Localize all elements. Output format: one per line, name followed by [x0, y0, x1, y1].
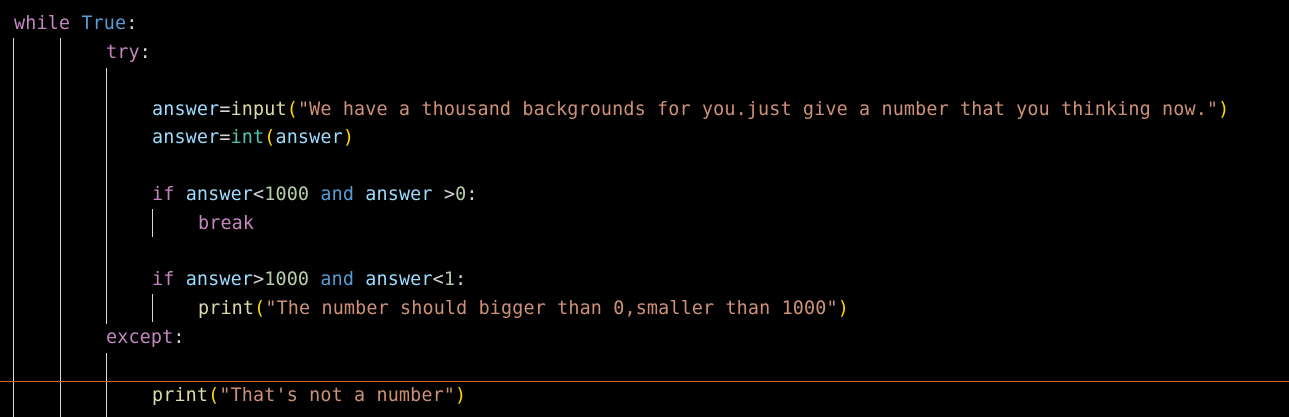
- function-print: print: [198, 298, 255, 319]
- operator-lt: <: [432, 269, 444, 290]
- code-editor[interactable]: while True: try: answer=input("We have a…: [0, 0, 1289, 417]
- keyword-if: if: [152, 269, 175, 290]
- keyword-break: break: [198, 213, 255, 234]
- argument-answer: answer: [275, 127, 343, 148]
- string-literal: "We have a thousand backgrounds for you.…: [297, 99, 1219, 120]
- indent-guide-if-body-2: [152, 294, 153, 322]
- constant-true: True: [81, 13, 127, 34]
- open-paren: (: [208, 385, 220, 406]
- operator-assign: =: [219, 99, 231, 120]
- keyword-try: try: [106, 42, 140, 63]
- keyword-and: and: [320, 184, 355, 205]
- string-literal: "That's not a number": [219, 385, 456, 406]
- operator-lt: <: [253, 184, 265, 205]
- colon: :: [466, 184, 478, 205]
- keyword-and: and: [320, 269, 355, 290]
- number-1000: 1000: [264, 269, 310, 290]
- indent-guide-if-body-1: [152, 209, 153, 237]
- code-line-8[interactable]: break: [198, 210, 254, 238]
- variable-answer: answer: [365, 269, 433, 290]
- variable-answer: answer: [185, 269, 254, 290]
- operator-gt: >: [432, 184, 456, 205]
- close-paren: ): [455, 385, 467, 406]
- colon: :: [455, 269, 467, 290]
- close-paren: ): [837, 298, 849, 319]
- code-line-11[interactable]: print("The number should bigger than 0,s…: [198, 295, 849, 323]
- code-line-14[interactable]: print("That's not a number"): [152, 382, 466, 410]
- code-line-2[interactable]: try:: [106, 39, 151, 67]
- keyword-while: while: [14, 13, 71, 34]
- function-input: input: [230, 99, 287, 120]
- operator-gt: >: [253, 269, 265, 290]
- indent-guide-level1: [13, 38, 14, 417]
- code-line-10[interactable]: if answer>1000 and answer<1:: [152, 266, 466, 294]
- indent-guide-except-body: [106, 353, 107, 417]
- number-1000: 1000: [264, 184, 310, 205]
- colon: :: [126, 13, 138, 34]
- code-line-12[interactable]: except:: [106, 324, 185, 352]
- number-1: 1: [443, 269, 456, 290]
- variable-answer: answer: [152, 127, 220, 148]
- code-line-4[interactable]: answer=input("We have a thousand backgro…: [152, 96, 1229, 124]
- colon: :: [139, 42, 151, 63]
- keyword-except: except: [106, 327, 174, 348]
- code-line-7[interactable]: if answer<1000 and answer >0:: [152, 181, 478, 209]
- colon: :: [173, 327, 185, 348]
- open-paren: (: [254, 298, 266, 319]
- variable-answer: answer: [152, 99, 220, 120]
- indent-guide-try-body: [106, 68, 107, 324]
- function-print: print: [152, 385, 209, 406]
- close-paren: ): [1218, 99, 1230, 120]
- open-paren: (: [264, 127, 276, 148]
- code-line-1[interactable]: while True:: [14, 10, 137, 38]
- code-line-5[interactable]: answer=int(answer): [152, 124, 354, 152]
- number-0: 0: [455, 184, 467, 205]
- builtin-int: int: [230, 127, 265, 148]
- keyword-if: if: [152, 184, 175, 205]
- variable-answer: answer: [185, 184, 254, 205]
- string-literal: "The number should bigger than 0,smaller…: [265, 298, 838, 319]
- operator-assign: =: [219, 127, 231, 148]
- indent-guide-level2: [60, 38, 61, 417]
- variable-answer: answer: [365, 184, 433, 205]
- open-paren: (: [286, 99, 298, 120]
- close-paren: ): [342, 127, 355, 148]
